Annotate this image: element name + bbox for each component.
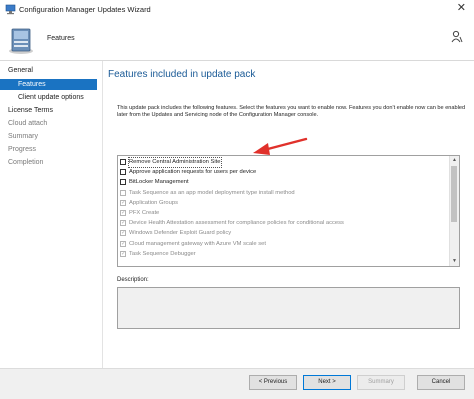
person-help-icon[interactable] xyxy=(451,30,463,44)
feature-label: BitLocker Management xyxy=(129,179,189,186)
feature-row: Task Sequence as an app model deployment… xyxy=(118,189,449,198)
checkmark-icon: ✓ xyxy=(121,220,127,227)
nav-item-completion[interactable]: Completion xyxy=(8,159,43,166)
window-title: Configuration Manager Updates Wizard xyxy=(19,5,151,14)
feature-checkbox: ✓ xyxy=(120,230,127,237)
feature-row: ✓ PFX Create xyxy=(118,209,449,218)
feature-row: ✓ Cloud management gateway with Azure VM … xyxy=(118,240,449,249)
section-heading: Features included in update pack xyxy=(108,69,256,80)
checkmark-icon: ✓ xyxy=(121,199,127,206)
feature-rows: Remove Central Administration Site Approv… xyxy=(118,156,449,266)
checkmark-icon: ✓ xyxy=(121,230,127,237)
page-title: Features xyxy=(47,35,75,42)
feature-row[interactable]: BitLocker Management xyxy=(118,178,449,187)
nav-item-general[interactable]: General xyxy=(8,67,33,74)
feature-label: Task Sequence Debugger xyxy=(129,250,196,257)
feature-checkbox: ✓ xyxy=(120,210,126,216)
feature-checkbox[interactable] xyxy=(120,169,126,176)
nav-item-summary[interactable]: Summary xyxy=(8,133,38,140)
wizard-header: Features xyxy=(0,20,474,61)
feature-row: ✓ Device Health Attestation assessment fo… xyxy=(118,219,449,228)
server-icon xyxy=(9,28,33,54)
scroll-down-icon[interactable]: ▼ xyxy=(450,257,459,266)
feature-row[interactable]: Approve application requests for users p… xyxy=(118,168,449,177)
scroll-thumb[interactable] xyxy=(451,166,457,222)
feature-checkbox: ✓ xyxy=(120,199,127,206)
nav-item-progress[interactable]: Progress xyxy=(8,146,36,153)
feature-checkbox[interactable] xyxy=(120,159,126,165)
red-arrow xyxy=(253,137,308,155)
feature-checkbox: ✓ xyxy=(120,250,127,257)
checkmark-icon: ✓ xyxy=(121,210,127,216)
main-content: Features included in update pack This up… xyxy=(103,61,474,368)
feature-label: Approve application requests for users p… xyxy=(129,169,257,176)
feature-list[interactable]: Remove Central Administration Site Approv… xyxy=(117,155,460,267)
nav-item-client-update-options[interactable]: Client update options xyxy=(18,94,84,101)
description-box xyxy=(117,287,460,329)
feature-label: Task Sequence as an app model deployment… xyxy=(129,189,295,196)
feature-list-scrollbar[interactable]: ▲ ▼ xyxy=(449,156,459,266)
cancel-button[interactable]: Cancel xyxy=(417,375,465,390)
close-icon[interactable]: ✕ xyxy=(457,3,466,14)
feature-checkbox: ✓ xyxy=(120,240,127,247)
feature-row: ✓ Application Groups xyxy=(118,199,449,208)
checkmark-icon: ✓ xyxy=(121,240,127,247)
scroll-up-icon[interactable]: ▲ xyxy=(450,156,459,165)
description-label: Description: xyxy=(117,277,149,283)
intro-text: This update pack includes the following … xyxy=(117,105,466,118)
nav-item-license-terms[interactable]: License Terms xyxy=(8,107,53,114)
next-button[interactable]: Next > xyxy=(303,375,351,390)
computer-icon xyxy=(5,4,16,15)
feature-label: Device Health Attestation assessment for… xyxy=(129,220,344,227)
feature-checkbox[interactable] xyxy=(120,179,126,186)
nav-item-cloud-attach[interactable]: Cloud attach xyxy=(8,120,47,127)
title-bar: Configuration Manager Updates Wizard ✕ xyxy=(0,0,474,21)
checkmark-icon: ✓ xyxy=(121,250,127,257)
feature-checkbox: ✓ xyxy=(120,220,127,227)
feature-row: ✓ Windows Defender Exploit Guard policy xyxy=(118,229,449,238)
wizard-nav: General Features Client update options L… xyxy=(0,61,103,368)
wizard-footer: < Previous Next > Summary Cancel xyxy=(0,368,474,399)
feature-checkbox xyxy=(120,189,126,196)
summary-button: Summary xyxy=(357,375,405,390)
feature-label: PFX Create xyxy=(129,210,160,216)
feature-label: Application Groups xyxy=(129,199,178,206)
feature-label: Windows Defender Exploit Guard policy xyxy=(129,230,232,237)
previous-button[interactable]: < Previous xyxy=(249,375,297,390)
feature-row: ✓ Task Sequence Debugger xyxy=(118,250,449,259)
nav-item-features[interactable]: Features xyxy=(0,79,97,90)
feature-label: Remove Central Administration Site xyxy=(128,157,222,168)
feature-label: Cloud management gateway with Azure VM s… xyxy=(129,240,266,247)
